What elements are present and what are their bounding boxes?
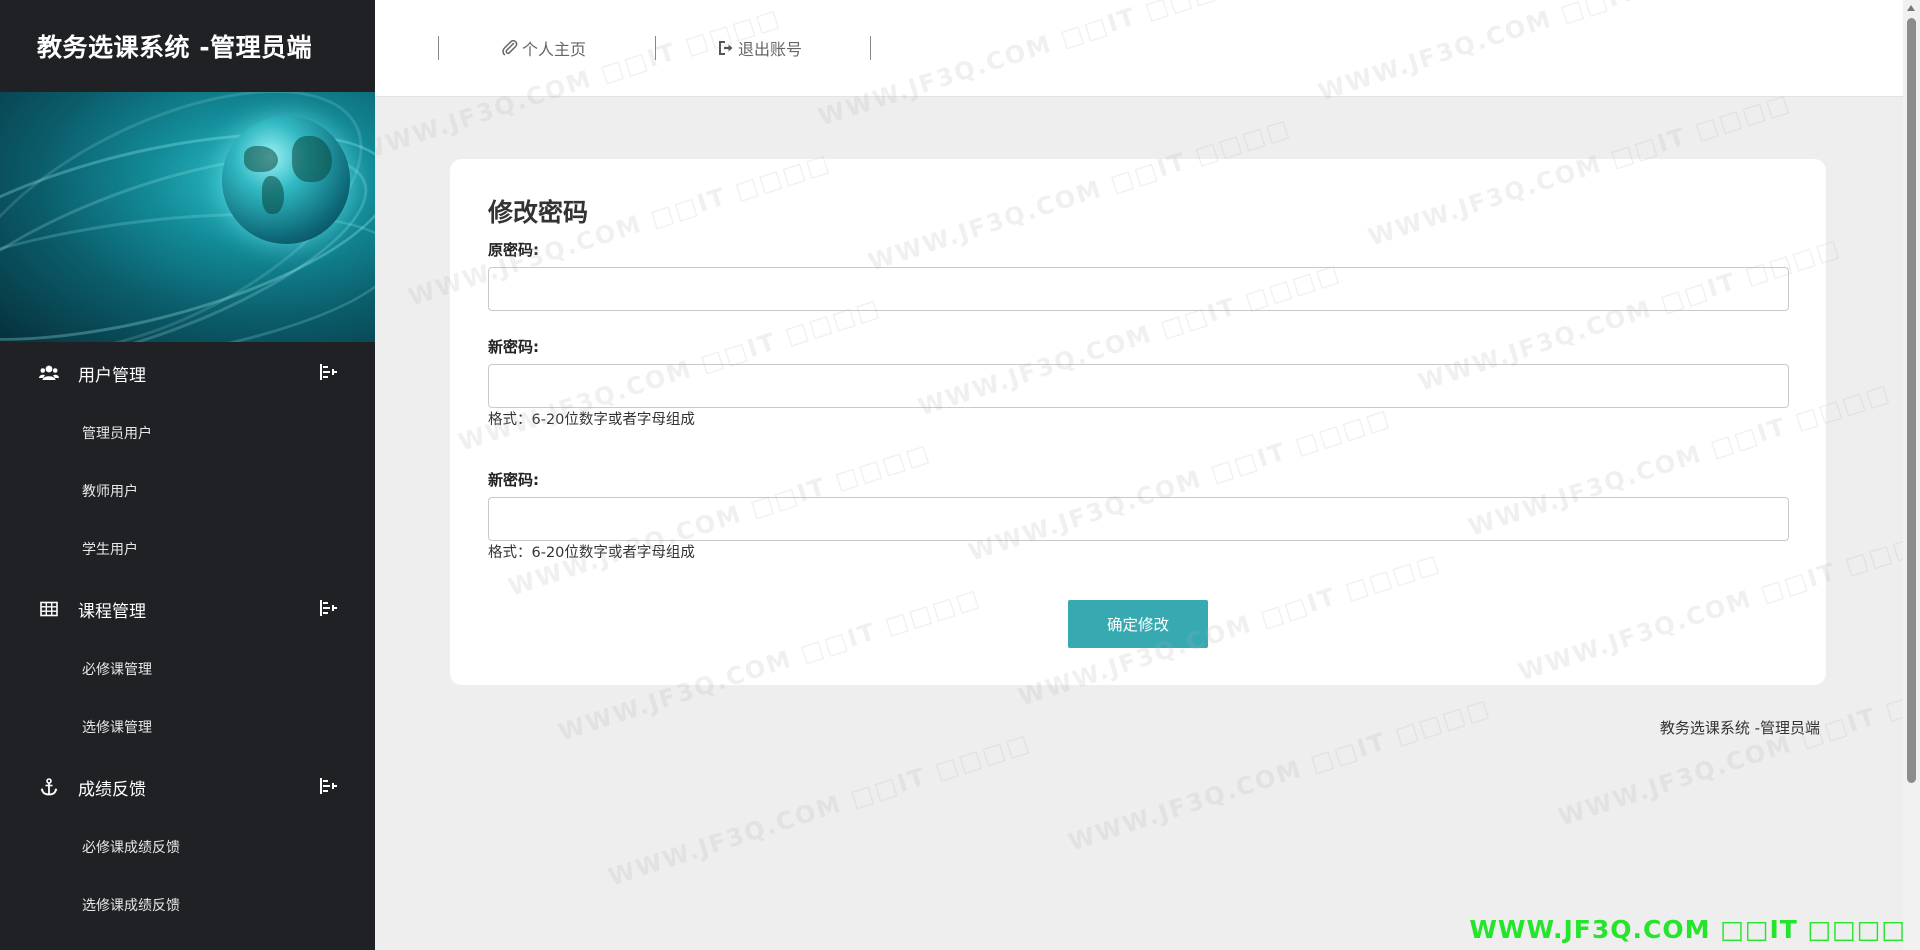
sidebar-group-course-management[interactable]: 课程管理: [0, 578, 375, 640]
sidebar-item-admin-users[interactable]: 管理员用户: [0, 404, 375, 462]
nav-separator: [655, 36, 656, 60]
sidebar: 教务选课系统 -管理员端 用户管理 管理员用户 教师用户 学生用户 课程管理 必…: [0, 0, 375, 950]
sidebar-group-grade-feedback[interactable]: 成绩反馈: [0, 756, 375, 818]
sidebar-item-student-users[interactable]: 学生用户: [0, 520, 375, 578]
sidebar-group-user-management[interactable]: 用户管理: [0, 342, 375, 404]
scroll-up-arrow-icon[interactable]: [1907, 5, 1915, 11]
sign-out-icon: [717, 39, 735, 57]
sidebar-group-label: 用户管理: [78, 365, 146, 386]
nav-separator: [870, 36, 871, 60]
page-title: 修改密码: [488, 198, 589, 227]
new-password-input[interactable]: [488, 364, 1789, 408]
tree-toggle-icon[interactable]: [318, 599, 338, 617]
tree-toggle-icon[interactable]: [318, 363, 338, 381]
page-scrollbar[interactable]: [1903, 0, 1920, 950]
home-link[interactable]: 个人主页: [501, 36, 586, 60]
old-password-input[interactable]: [488, 267, 1789, 311]
paperclip-icon: [501, 39, 519, 57]
old-password-label: 原密码:: [488, 241, 539, 259]
watermark-corner-text: WWW.JF3Q.COM □□IT □□□□: [1469, 915, 1906, 944]
sidebar-item-required-courses[interactable]: 必修课管理: [0, 640, 375, 698]
sidebar-item-required-grade-feedback[interactable]: 必修课成绩反馈: [0, 818, 375, 876]
home-link-label: 个人主页: [522, 40, 587, 59]
confirm-password-format-hint: 格式：6-20位数字或者字母组成: [488, 545, 695, 561]
footer-text: 教务选课系统 -管理员端: [1659, 719, 1820, 737]
anchor-icon: [38, 776, 60, 798]
watermark-text: WWW.JF3Q.COM □□IT □□□□: [1065, 693, 1495, 857]
nav-separator: [438, 36, 439, 60]
users-icon: [38, 362, 60, 384]
change-password-card: 修改密码 原密码: 新密码: 格式：6-20位数字或者字母组成 新密码: 格式：…: [450, 159, 1826, 685]
app-brand-title: 教务选课系统 -管理员端: [37, 33, 313, 62]
table-icon: [38, 598, 60, 620]
scrollbar-thumb[interactable]: [1907, 18, 1916, 783]
sidebar-group-label: 成绩反馈: [78, 779, 146, 800]
sidebar-item-teacher-users[interactable]: 教师用户: [0, 462, 375, 520]
sidebar-item-elective-grade-feedback[interactable]: 选修课成绩反馈: [0, 876, 375, 934]
confirm-change-button[interactable]: 确定修改: [1068, 600, 1208, 648]
watermark-text: WWW.JF3Q.COM □□IT □□□□: [605, 728, 1035, 892]
confirm-password-label: 新密码:: [488, 471, 539, 489]
app-root: 教务选课系统 -管理员端 用户管理 管理员用户 教师用户 学生用户 课程管理 必…: [0, 0, 1920, 950]
sidebar-banner-image: [0, 92, 375, 342]
sidebar-group-label: 课程管理: [78, 601, 146, 622]
new-password-label: 新密码:: [488, 338, 539, 356]
sidebar-menu: 用户管理 管理员用户 教师用户 学生用户 课程管理 必修课管理 选修课管理 成绩…: [0, 342, 375, 934]
logout-link-label: 退出账号: [738, 40, 803, 59]
confirm-password-input[interactable]: [488, 497, 1789, 541]
new-password-format-hint: 格式：6-20位数字或者字母组成: [488, 412, 695, 428]
watermark-text: WWW.JF3Q.COM □□IT □□□□: [1555, 668, 1920, 832]
tree-toggle-icon[interactable]: [318, 777, 338, 795]
sidebar-item-elective-courses[interactable]: 选修课管理: [0, 698, 375, 756]
logout-link[interactable]: 退出账号: [717, 36, 802, 60]
top-bar: 个人主页 退出账号: [375, 0, 1920, 97]
